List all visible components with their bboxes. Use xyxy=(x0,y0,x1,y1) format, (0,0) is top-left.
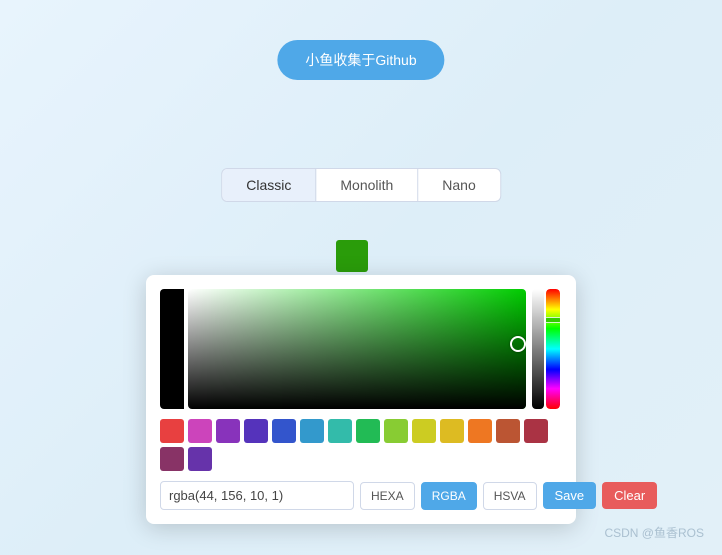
tab-monolith[interactable]: Monolith xyxy=(316,169,418,201)
preset-swatch[interactable] xyxy=(216,419,240,443)
gradient-dark xyxy=(188,289,526,409)
tab-classic[interactable]: Classic xyxy=(222,169,316,201)
theme-tab-group: Classic Monolith Nano xyxy=(221,168,501,202)
hsva-format-btn[interactable]: HSVA xyxy=(483,482,537,510)
hue-slider-container[interactable] xyxy=(546,289,560,409)
color-value-input[interactable] xyxy=(160,481,354,510)
preset-swatch[interactable] xyxy=(188,447,212,471)
preset-colors-row xyxy=(160,419,562,471)
opacity-slider[interactable] xyxy=(532,289,544,409)
rgba-format-btn[interactable]: RGBA xyxy=(421,482,477,510)
github-button[interactable]: 小鱼收集于Github xyxy=(277,40,444,80)
preset-swatch[interactable] xyxy=(160,419,184,443)
black-strip xyxy=(160,289,184,409)
color-picker-panel: HEXA RGBA HSVA Save Clear xyxy=(146,275,576,524)
color-preview-swatch xyxy=(336,240,368,272)
gradient-area[interactable] xyxy=(160,289,562,409)
gradient-sliders-row xyxy=(160,289,562,409)
preset-swatch[interactable] xyxy=(272,419,296,443)
hue-handle xyxy=(546,317,560,323)
tab-nano[interactable]: Nano xyxy=(418,169,499,201)
preset-swatch[interactable] xyxy=(412,419,436,443)
preset-swatch[interactable] xyxy=(160,447,184,471)
preset-swatch[interactable] xyxy=(440,419,464,443)
preset-swatch[interactable] xyxy=(300,419,324,443)
preset-swatch[interactable] xyxy=(524,419,548,443)
preset-swatch[interactable] xyxy=(328,419,352,443)
preset-swatch[interactable] xyxy=(244,419,268,443)
preset-swatch[interactable] xyxy=(468,419,492,443)
gradient-handle[interactable] xyxy=(510,336,526,352)
preset-swatch[interactable] xyxy=(188,419,212,443)
input-row: HEXA RGBA HSVA Save Clear xyxy=(160,481,562,510)
clear-button[interactable]: Clear xyxy=(602,482,657,509)
save-button[interactable]: Save xyxy=(543,482,597,509)
watermark: CSDN @鱼香ROS xyxy=(604,524,704,541)
hexa-format-btn[interactable]: HEXA xyxy=(360,482,415,510)
preset-swatch[interactable] xyxy=(356,419,380,443)
color-gradient[interactable] xyxy=(188,289,526,409)
preset-swatch[interactable] xyxy=(496,419,520,443)
hue-slider xyxy=(546,289,560,409)
preset-swatch[interactable] xyxy=(384,419,408,443)
